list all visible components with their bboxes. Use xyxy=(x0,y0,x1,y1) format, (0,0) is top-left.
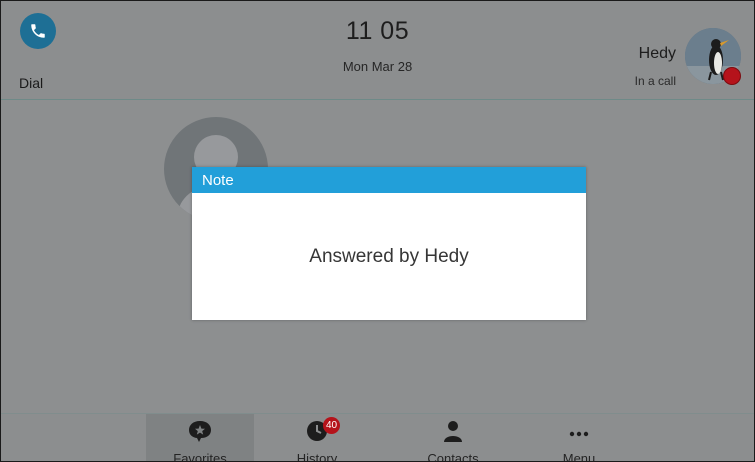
note-dialog: Note Answered by Hedy xyxy=(192,167,586,320)
person-icon xyxy=(444,421,462,442)
menu-softkey[interactable]: Menu xyxy=(525,414,633,462)
softkey-bar: Favorites 40 History Contacts Menu xyxy=(1,413,754,462)
history-label: History xyxy=(296,451,338,462)
menu-label: Menu xyxy=(562,451,596,462)
dialog-title: Note xyxy=(192,167,586,193)
history-softkey[interactable]: 40 History xyxy=(263,414,371,462)
dial-label: Dial xyxy=(19,75,44,91)
account-status: In a call xyxy=(634,74,676,88)
call-status-indicator xyxy=(723,67,741,85)
favorites-softkey[interactable]: Favorites xyxy=(146,414,254,462)
phone-screen: Dial 11 05 Mon Mar 28 Hedy In a call Not… xyxy=(0,0,755,462)
dialog-message: Answered by Hedy xyxy=(309,246,469,267)
status-header: Dial 11 05 Mon Mar 28 Hedy In a call xyxy=(1,1,754,100)
clock-time: 11 05 xyxy=(345,17,410,45)
missed-calls-badge: 40 xyxy=(323,417,340,434)
more-dots-icon xyxy=(569,431,589,437)
contacts-softkey[interactable]: Contacts xyxy=(399,414,507,462)
account-name: Hedy xyxy=(638,45,676,62)
contacts-label: Contacts xyxy=(427,451,479,462)
star-speech-bubble-icon xyxy=(189,421,211,442)
favorites-label: Favorites xyxy=(173,451,227,462)
